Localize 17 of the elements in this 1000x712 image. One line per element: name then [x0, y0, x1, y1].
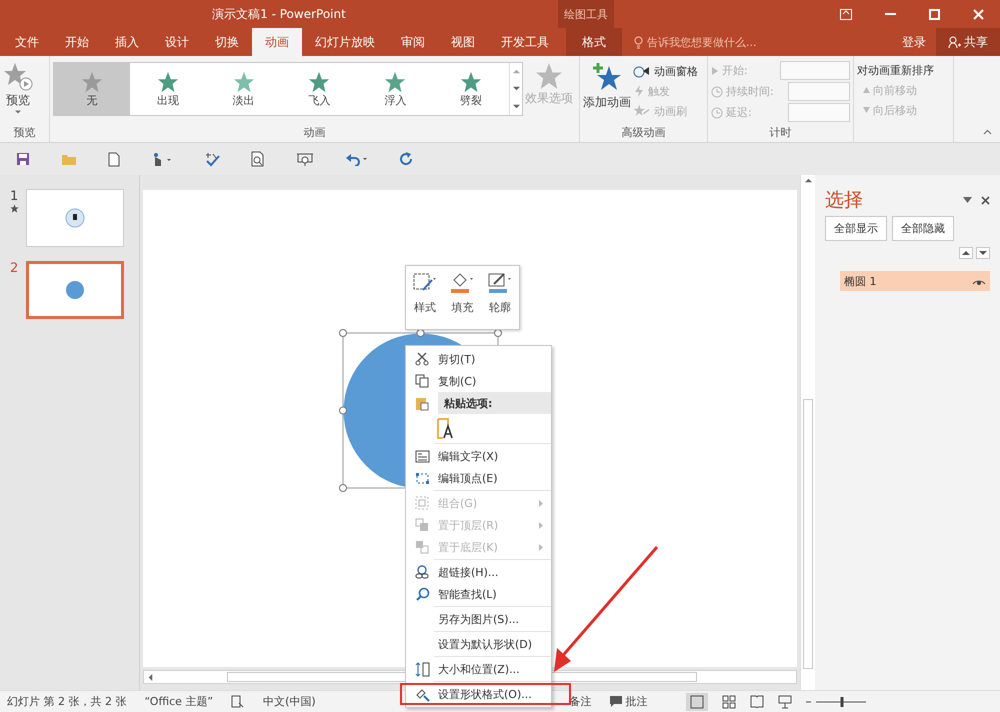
- paste-options-heading: 粘贴选项:: [438, 392, 551, 414]
- timing-label: 延迟:: [711, 105, 783, 120]
- window-title: 演示文稿1 - PowerPoint: [211, 6, 347, 22]
- slide-number: 2: [10, 261, 20, 276]
- shape-name: 椭圆 1: [844, 274, 876, 288]
- slide-number: 1: [10, 189, 20, 204]
- pane-title: 选择: [825, 188, 863, 213]
- group-label: 高级动画: [620, 125, 666, 141]
- timing-label: 开始:: [711, 63, 780, 78]
- timing-label: 持续时间:: [711, 84, 783, 99]
- reorder-title: 对动画重新排序: [857, 62, 935, 78]
- group-label: 动画: [302, 125, 326, 141]
- group-label: 计时: [768, 125, 792, 141]
- contextual-tab-group: 绘图工具: [558, 0, 614, 28]
- group-label: 预览: [12, 125, 36, 141]
- slide-info: 幻灯片 第 2 张，共 2 张: [7, 694, 126, 709]
- theme-name: “Office 主题”: [144, 694, 214, 709]
